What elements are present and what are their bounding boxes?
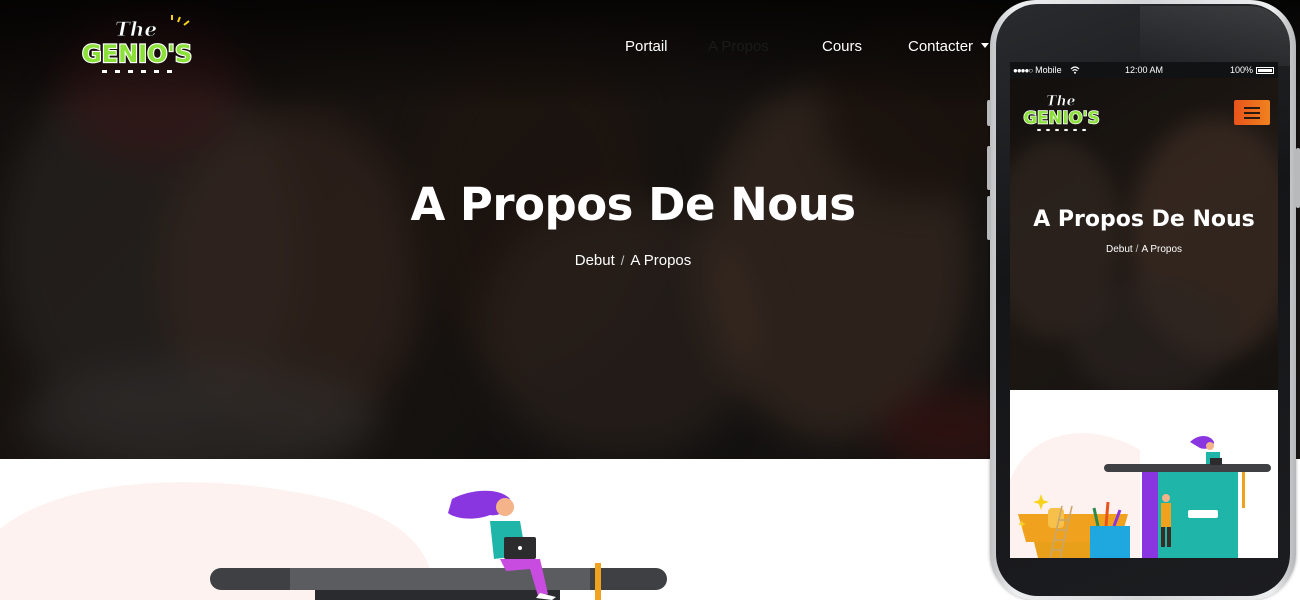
breadcrumb-current: A Propos xyxy=(630,252,692,269)
nav-item-contacter[interactable]: Contacter xyxy=(908,38,990,55)
phone-volume-down-button xyxy=(987,196,991,240)
mobile-breadcrumb: Debut / A Propos xyxy=(1010,244,1278,255)
mobile-about-illustration xyxy=(1010,390,1278,558)
illustration-bookmark xyxy=(595,563,601,600)
nav-item-cours[interactable]: Cours xyxy=(822,38,862,55)
phone-mute-switch xyxy=(987,100,991,126)
mobile-breadcrumb-current: A Propos xyxy=(1141,244,1183,255)
mobile-logo-tagline-dots xyxy=(1037,128,1086,132)
battery-percent: 100% xyxy=(1229,65,1253,75)
battery-icon xyxy=(1256,67,1274,74)
logo-tagline-dots xyxy=(102,70,172,73)
nav-item-portail[interactable]: Portail xyxy=(625,38,668,55)
logo-sparkle-icon xyxy=(171,15,190,26)
mobile-breadcrumb-separator: / xyxy=(1135,244,1139,255)
phone-volume-up-button xyxy=(987,146,991,190)
logo-the: The xyxy=(115,17,157,41)
mobile-logo-genios: GENIO'S xyxy=(1023,108,1099,127)
site-logo[interactable]: The GENIO'S xyxy=(80,14,204,80)
phone-power-button xyxy=(1296,148,1300,208)
nav-item-a-propos[interactable]: A Propos xyxy=(708,38,769,55)
mobile-site-logo[interactable]: The GENIO'S xyxy=(1022,90,1108,136)
phone-status-bar: ●●●●○ Mobile 12:00 AM 100% xyxy=(1010,62,1278,78)
logo-genios: GENIO'S xyxy=(82,40,192,68)
breadcrumb-separator: / xyxy=(620,253,625,268)
mobile-logo-the: The xyxy=(1046,93,1075,109)
mobile-page-title: A Propos De Nous xyxy=(1033,207,1255,232)
nav-item-contacter-label: Contacter xyxy=(908,38,974,55)
hamburger-menu-icon[interactable] xyxy=(1234,100,1270,125)
caret-down-icon xyxy=(981,43,990,48)
illustration-book-base xyxy=(315,590,560,600)
mobile-girl-with-laptop-icon xyxy=(1190,436,1222,465)
mobile-breadcrumb-home-link[interactable]: Debut xyxy=(1106,244,1133,255)
about-illustration xyxy=(0,459,980,600)
breadcrumb-home-link[interactable]: Debut xyxy=(575,252,615,269)
